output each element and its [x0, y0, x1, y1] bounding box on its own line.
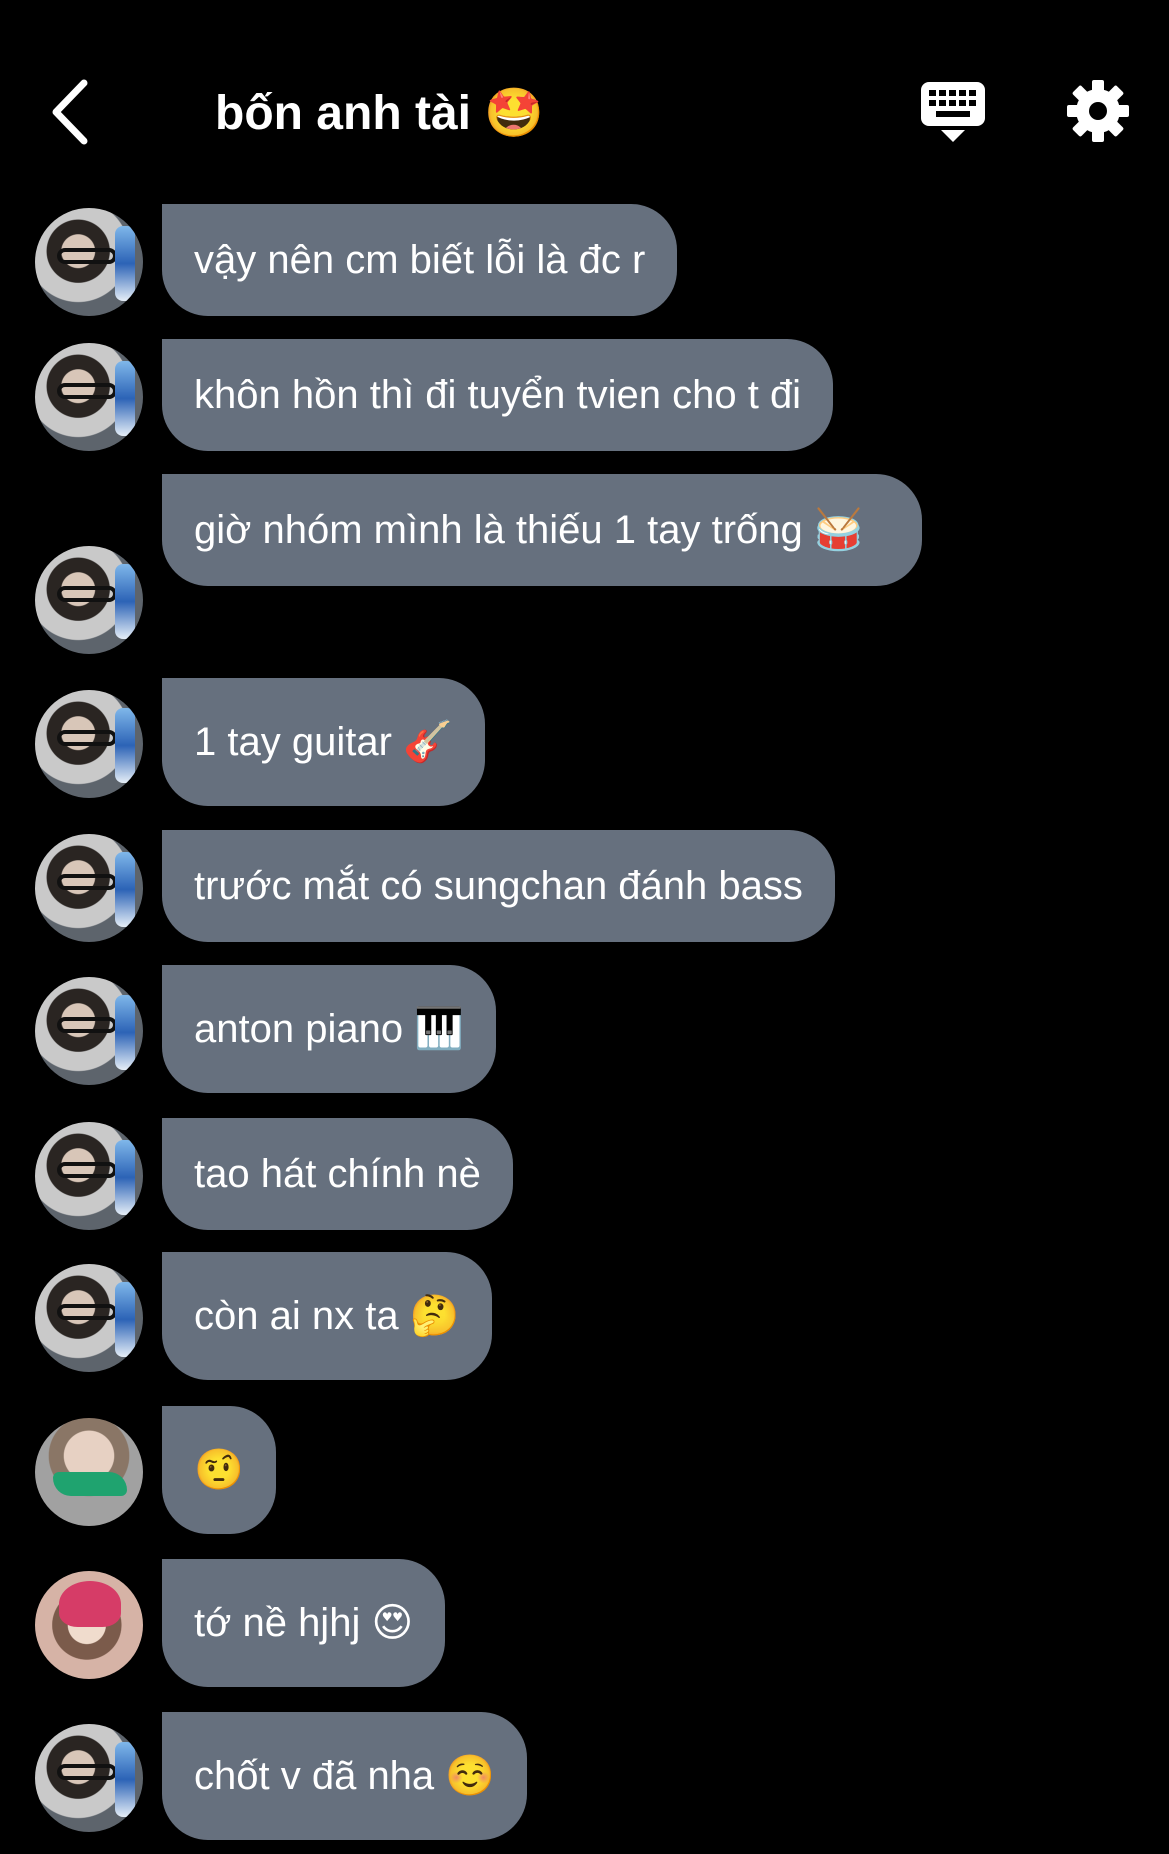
avatar[interactable] — [35, 1122, 143, 1230]
avatar-glasses — [57, 383, 117, 399]
avatar-glasses — [57, 1304, 117, 1320]
chevron-left-icon — [52, 79, 88, 145]
message-row: anton piano 🎹 — [0, 965, 1169, 1093]
message-row: trước mắt có sungchan đánh bass — [0, 830, 1169, 942]
avatar-bottle — [115, 226, 135, 301]
message-bubble[interactable]: 1 tay guitar 🎸 — [162, 678, 485, 806]
message-row: vậy nên cm biết lỗi là đc r — [0, 204, 1169, 316]
message-row: chốt v đã nha ☺️ — [0, 1712, 1169, 1840]
avatar[interactable] — [35, 1418, 143, 1526]
message-row: còn ai nx ta 🤔 — [0, 1252, 1169, 1380]
message-row: 1 tay guitar 🎸 — [0, 678, 1169, 806]
chat-header: bốn anh tài 🤩 — [0, 0, 1169, 205]
message-bubble[interactable]: vậy nên cm biết lỗi là đc r — [162, 204, 678, 316]
message-bubble[interactable]: giờ nhóm mình là thiếu 1 tay trống 🥁 — [162, 474, 922, 586]
avatar[interactable] — [35, 1724, 143, 1832]
avatar[interactable] — [35, 977, 143, 1085]
avatar[interactable] — [35, 1571, 143, 1679]
avatar[interactable] — [35, 208, 143, 316]
avatar[interactable] — [35, 1264, 143, 1372]
avatar-glasses — [57, 730, 117, 746]
chat-title[interactable]: bốn anh tài 🤩 — [215, 84, 544, 144]
avatar-bottle — [115, 564, 135, 639]
avatar-bottle — [115, 852, 135, 927]
message-row: tao hát chính nè — [0, 1118, 1169, 1230]
avatar-pink-hat — [59, 1581, 121, 1627]
message-row: khôn hồn thì đi tuyển tvien cho t đi — [0, 339, 1169, 451]
avatar[interactable] — [35, 343, 143, 451]
message-bubble[interactable]: 🤨 — [162, 1406, 276, 1534]
gear-icon — [1067, 80, 1129, 142]
avatar-bottle — [115, 1282, 135, 1357]
avatar-glasses — [57, 586, 117, 602]
back-button[interactable] — [40, 72, 100, 152]
avatar[interactable] — [35, 690, 143, 798]
avatar-crocodile-toy — [53, 1472, 127, 1496]
message-bubble[interactable]: còn ai nx ta 🤔 — [162, 1252, 492, 1380]
avatar-glasses — [57, 1764, 117, 1780]
avatar-bottle — [115, 1742, 135, 1817]
avatar-bottle — [115, 995, 135, 1070]
avatar-bottle — [115, 708, 135, 783]
avatar-bottle — [115, 1140, 135, 1215]
avatar-glasses — [57, 874, 117, 890]
message-bubble[interactable]: tớ nề hjhj 😍 — [162, 1559, 446, 1687]
message-row: tớ nề hjhj 😍 — [0, 1559, 1169, 1687]
keyboard-icon — [921, 82, 985, 142]
avatar-glasses — [57, 1162, 117, 1178]
keyboard-button[interactable] — [918, 78, 988, 148]
message-row: giờ nhóm mình là thiếu 1 tay trống 🥁 — [0, 474, 1169, 654]
message-row: 🤨 — [0, 1406, 1169, 1534]
avatar-glasses — [57, 248, 117, 264]
avatar[interactable] — [35, 834, 143, 942]
avatar-bottle — [115, 361, 135, 436]
message-bubble[interactable]: tao hát chính nè — [162, 1118, 513, 1230]
message-bubble[interactable]: khôn hồn thì đi tuyển tvien cho t đi — [162, 339, 834, 451]
settings-button[interactable] — [1065, 78, 1131, 144]
message-bubble[interactable]: chốt v đã nha ☺️ — [162, 1712, 528, 1840]
message-bubble[interactable]: trước mắt có sungchan đánh bass — [162, 830, 835, 942]
message-bubble[interactable]: anton piano 🎹 — [162, 965, 496, 1093]
avatar-glasses — [57, 1017, 117, 1033]
avatar[interactable] — [35, 546, 143, 654]
